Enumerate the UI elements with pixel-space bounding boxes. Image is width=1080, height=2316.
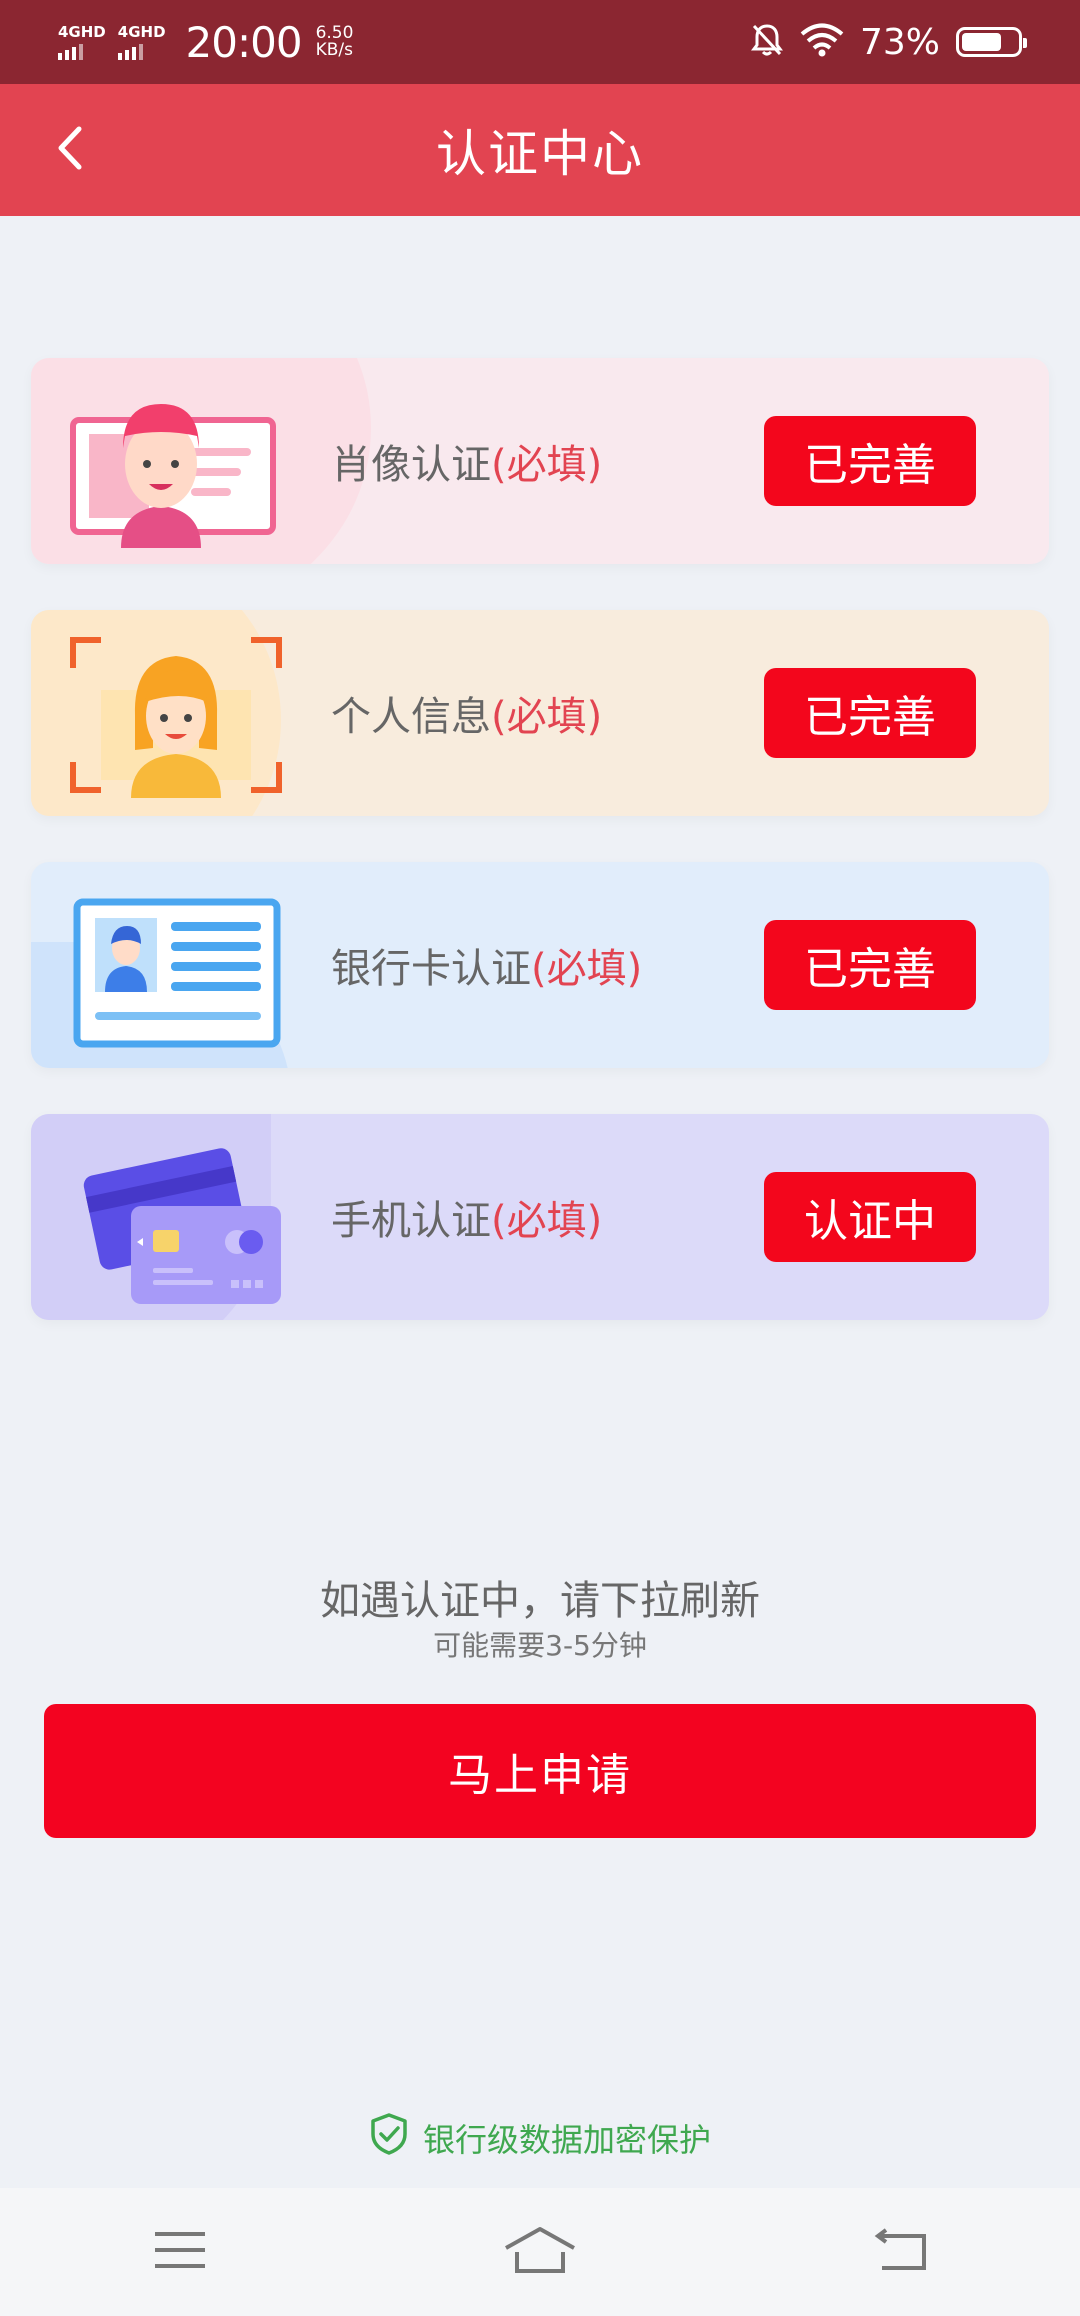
required-tag: (必填) <box>491 694 603 740</box>
nav-menu-button[interactable] <box>120 2212 240 2292</box>
shield-check-icon <box>369 2112 409 2164</box>
system-nav-bar <box>0 2188 1080 2316</box>
personal-info-icon <box>61 630 291 800</box>
status-bar: 4GHD 4GHD 20:00 6.50 KB/s 73% <box>0 0 1080 84</box>
card-label: 肖像认证(必填) <box>331 442 603 488</box>
security-note-text: 银行级数据加密保护 <box>422 2121 711 2159</box>
signal-1-label: 4GHD <box>58 23 106 41</box>
signal-2: 4GHD <box>117 23 166 60</box>
bell-muted-icon <box>750 22 784 62</box>
required-tag: (必填) <box>491 1198 603 1244</box>
card-portrait-auth[interactable]: 肖像认证(必填) 已完善 <box>31 358 1049 564</box>
signal-2-label: 4GHD <box>117 23 166 41</box>
speed-unit: KB/s <box>315 40 353 60</box>
required-tag: (必填) <box>531 946 643 992</box>
card-label: 银行卡认证(必填) <box>331 946 643 992</box>
card-phone-auth[interactable]: 手机认证(必填) 认证中 <box>31 1114 1049 1320</box>
back-icon <box>872 2228 928 2276</box>
status-right: 73% <box>750 21 1027 63</box>
clock: 20:00 <box>185 17 303 67</box>
signal-bars-icon <box>117 42 143 60</box>
status-button[interactable]: 认证中 <box>764 1172 976 1262</box>
battery-icon <box>956 27 1027 57</box>
bank-card-icon <box>61 1134 291 1304</box>
card-bank-card-auth[interactable]: 银行卡认证(必填) 已完善 <box>31 862 1049 1068</box>
page-title: 认证中心 <box>436 125 644 183</box>
status-button[interactable]: 已完善 <box>764 416 976 506</box>
refresh-hint-sub: 可能需要3-5分钟 <box>433 1629 647 1662</box>
status-button[interactable]: 已完善 <box>764 668 976 758</box>
wifi-icon <box>800 23 844 61</box>
app-header: 认证中心 <box>0 84 1080 216</box>
chevron-left-icon <box>55 125 85 175</box>
id-card-icon <box>61 882 291 1052</box>
portrait-icon <box>61 378 291 548</box>
card-label: 个人信息(必填) <box>331 694 603 740</box>
back-button[interactable] <box>34 114 106 186</box>
network-speed: 6.50 KB/s <box>316 25 354 59</box>
refresh-hint: 如遇认证中，请下拉刷新 <box>320 1578 760 1624</box>
nav-back-button[interactable] <box>840 2212 960 2292</box>
signal-bars-icon <box>58 42 83 60</box>
battery-fill <box>962 33 1002 51</box>
apply-now-button[interactable]: 马上申请 <box>44 1704 1036 1838</box>
nav-home-button[interactable] <box>480 2212 600 2292</box>
required-tag: (必填) <box>491 442 603 488</box>
battery-percent: 73% <box>859 21 940 63</box>
card-personal-info[interactable]: 个人信息(必填) 已完善 <box>31 610 1049 816</box>
signal-1: 4GHD <box>58 24 106 60</box>
menu-icon <box>153 2230 207 2274</box>
status-button[interactable]: 已完善 <box>764 920 976 1010</box>
home-icon <box>503 2226 577 2278</box>
security-note: 银行级数据加密保护 <box>0 2112 1080 2164</box>
card-label: 手机认证(必填) <box>331 1198 603 1244</box>
